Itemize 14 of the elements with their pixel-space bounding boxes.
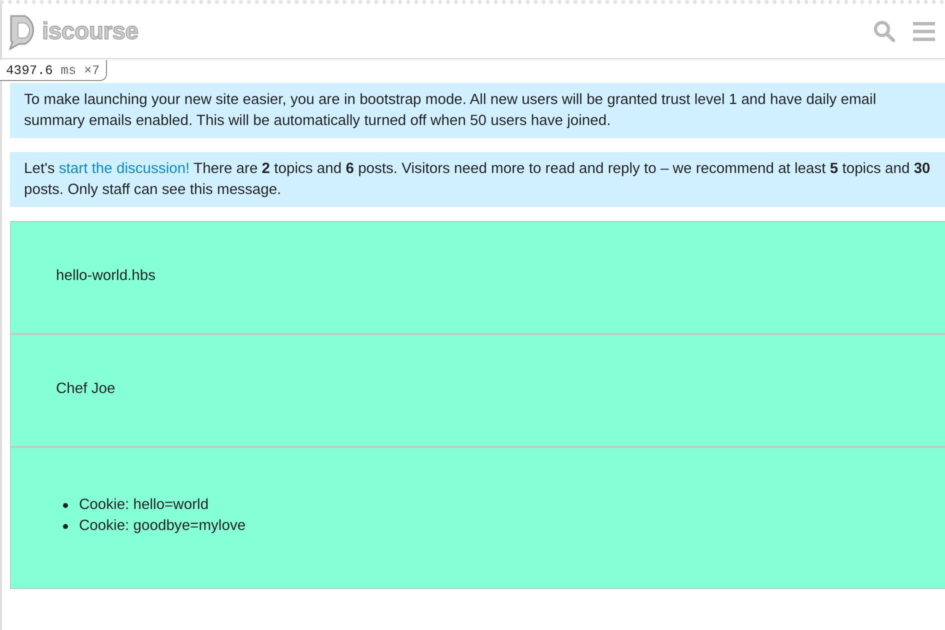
bullet-icon <box>63 524 68 529</box>
notice-text: To make launching your new site easier, you are in bootstrap mode. All new users will be granted trust level 1 and have daily email summary emails enabled. This will be automatically turned off when 50 users have joined. <box>24 91 878 131</box>
menu-button[interactable] <box>911 20 937 42</box>
row-text: hello-world.hbs <box>56 268 156 284</box>
menu-icon <box>913 22 935 40</box>
search-icon <box>873 20 895 42</box>
list-item-text: Cookie: hello=world <box>79 496 209 515</box>
row-text: Chef Joe <box>56 381 116 397</box>
profiler-badge[interactable]: 4397.6 ms ×7 <box>0 60 107 81</box>
search-button[interactable] <box>871 18 897 44</box>
discussion-link[interactable]: start the discussion! <box>58 161 190 177</box>
notice-text: Let's start the discussion! There are 2 topics and 6 posts. Visitors need more to read and reply to – we recommend at least 5 topics and 30 posts. Only staff can see this message. <box>24 160 932 200</box>
bullet-icon <box>63 503 68 508</box>
list-item-text: Cookie: goodbye=mylove <box>79 517 246 536</box>
